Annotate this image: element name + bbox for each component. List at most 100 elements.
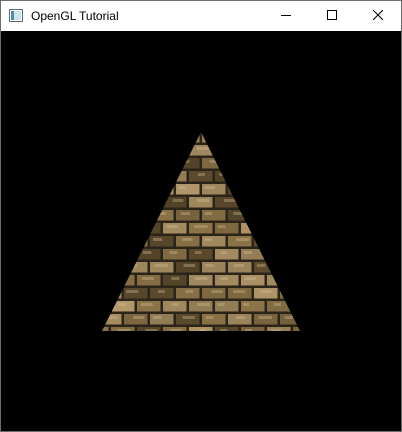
app-window-icon: [9, 9, 23, 22]
render-viewport[interactable]: [1, 31, 401, 431]
brick-highlight: [204, 186, 216, 189]
maximize-icon: [327, 7, 337, 25]
brick: [150, 288, 174, 299]
brick: [228, 262, 252, 273]
brick: [215, 223, 239, 234]
brick-highlight: [142, 251, 152, 254]
brick-highlight: [197, 173, 205, 176]
brick-highlight: [117, 303, 126, 306]
brick-highlight: [217, 225, 226, 228]
brick: [137, 275, 161, 286]
brick: [254, 314, 278, 325]
brick-highlight: [243, 303, 250, 306]
brick: [215, 249, 239, 260]
brick: [189, 275, 213, 286]
brick-highlight: [178, 186, 186, 189]
brick-highlight: [273, 303, 281, 306]
brick: [202, 288, 226, 299]
brick-highlight: [233, 264, 245, 267]
brick: [176, 236, 200, 247]
brick: [202, 236, 226, 247]
window-title: OpenGL Tutorial: [31, 9, 119, 23]
close-button[interactable]: [355, 1, 401, 31]
brick-highlight: [194, 251, 202, 254]
brick-highlight: [204, 212, 212, 215]
brick: [189, 249, 213, 260]
brick: [163, 275, 187, 286]
brick: [189, 197, 213, 208]
brick: [228, 314, 252, 325]
brick: [189, 171, 213, 182]
brick: [176, 184, 200, 195]
brick: [202, 184, 226, 195]
brick: [150, 262, 174, 273]
brick-highlight: [194, 225, 208, 228]
brick-highlight: [204, 264, 214, 267]
minimize-button[interactable]: [263, 1, 309, 31]
brick-highlight: [171, 303, 179, 306]
brick-highlight: [260, 290, 272, 293]
brick: [189, 301, 213, 312]
brick-highlight: [211, 290, 223, 293]
brick-highlight: [133, 316, 145, 319]
brick: [202, 314, 226, 325]
brick-highlight: [197, 147, 209, 150]
brick-highlight: [126, 290, 139, 293]
brick-highlight: [204, 238, 212, 241]
brick-highlight: [224, 199, 236, 202]
brick: [202, 262, 226, 273]
brick: [228, 236, 252, 247]
app-window: OpenGL Tutorial: [0, 0, 402, 432]
brick: [176, 288, 200, 299]
brick-highlight: [244, 277, 257, 280]
brick-highlight: [169, 251, 178, 254]
brick: [124, 288, 148, 299]
brick-highlight: [217, 303, 225, 306]
brick-highlight: [153, 316, 162, 319]
title-bar[interactable]: OpenGL Tutorial: [1, 1, 401, 31]
brick: [176, 314, 200, 325]
brick: [241, 301, 265, 312]
brick: [176, 262, 200, 273]
brick-highlight: [172, 199, 184, 202]
brick: [176, 210, 200, 221]
maximize-button[interactable]: [309, 1, 355, 31]
brick-highlight: [182, 316, 195, 319]
brick-highlight: [185, 290, 194, 293]
brick-highlight: [166, 225, 178, 228]
brick: [215, 301, 239, 312]
brick-highlight: [220, 251, 227, 254]
brick: [150, 236, 174, 247]
brick-highlight: [180, 212, 191, 215]
brick: [137, 301, 161, 312]
brick-highlight: [256, 264, 266, 267]
brick-highlight: [182, 238, 193, 241]
brick: [228, 288, 252, 299]
brick-highlight: [154, 264, 168, 267]
brick: [163, 223, 187, 234]
brick-highlight: [152, 238, 163, 241]
brick-highlight: [196, 303, 210, 306]
brick-highlight: [141, 277, 154, 280]
brick: [163, 249, 187, 260]
brick-highlight: [205, 316, 214, 319]
brick-highlight: [284, 316, 294, 319]
brick-highlight: [194, 277, 208, 280]
brick: [150, 314, 174, 325]
brick-highlight: [243, 251, 253, 254]
brick: [241, 275, 265, 286]
brick: [163, 301, 187, 312]
brick-highlight: [171, 277, 180, 280]
close-icon: [372, 7, 384, 25]
brick-highlight: [258, 316, 272, 319]
brick-highlight: [197, 199, 210, 202]
brick-highlight: [236, 316, 246, 319]
brick-highlight: [233, 290, 246, 293]
brick: [189, 223, 213, 234]
brick: [202, 210, 226, 221]
brick-highlight: [220, 277, 229, 280]
brick: [254, 288, 278, 299]
minimize-icon: [281, 7, 291, 25]
brick: [124, 314, 148, 325]
brick-highlight: [236, 238, 250, 241]
